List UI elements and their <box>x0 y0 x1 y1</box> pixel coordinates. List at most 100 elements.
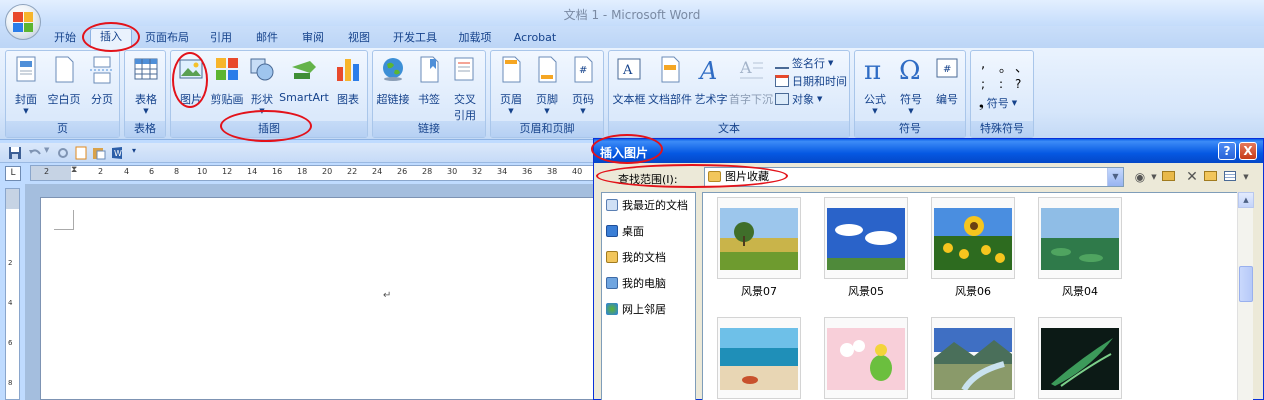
ruler-mark: 4 <box>124 167 130 176</box>
document-page[interactable]: ↵ <box>40 197 595 400</box>
dialog-title-bar[interactable]: 插入图片 ? X <box>594 139 1263 163</box>
file-thumbnail[interactable] <box>824 317 908 399</box>
equation-button[interactable]: π 公式 ▼ <box>857 55 893 115</box>
help-button[interactable]: ? <box>1218 142 1236 160</box>
image-leaf-icon <box>1041 328 1119 390</box>
delete-icon[interactable]: ✕ <box>1184 169 1200 185</box>
cross-reference-button[interactable]: 交叉 引用 <box>447 55 483 123</box>
tab-view[interactable]: 视图 <box>342 30 376 48</box>
file-thumbnail[interactable] <box>824 197 908 279</box>
textbox-button[interactable]: A 文本框 <box>611 55 647 107</box>
numbering-button[interactable]: # 编号 <box>929 55 965 107</box>
special-symbol-question[interactable]: ? <box>1015 77 1021 91</box>
undo-dropdown-icon[interactable]: ▼ <box>44 146 49 154</box>
tab-review[interactable]: 审阅 <box>296 30 330 48</box>
dialog-title: 插入图片 <box>600 146 649 160</box>
special-symbol-enum-comma[interactable]: 、 <box>1015 57 1028 76</box>
bookmark-button[interactable]: 书签 <box>413 55 445 107</box>
scrollbar-thumb[interactable] <box>1239 266 1253 302</box>
vruler-mark: 6 <box>8 339 13 347</box>
blank-page-button[interactable]: 空白页 <box>46 55 82 107</box>
symbol-button[interactable]: Ω 符号 ▼ <box>893 55 929 115</box>
customize-toolbar-icon[interactable]: ▾ <box>132 146 136 155</box>
views-icon[interactable] <box>1222 169 1238 185</box>
vertical-ruler[interactable]: 2 4 6 8 <box>5 188 20 400</box>
chart-button[interactable]: 图表 <box>331 55 365 107</box>
footer-button[interactable]: 页脚 ▼ <box>529 55 565 115</box>
scroll-up-icon[interactable]: ▲ <box>1238 192 1254 208</box>
numbering-icon: # <box>936 58 958 78</box>
page-number-button[interactable]: # 页码 ▼ <box>565 55 601 115</box>
file-thumbnail[interactable] <box>1038 317 1122 399</box>
special-symbol-period[interactable]: 。 <box>999 57 1012 76</box>
file-list-scrollbar[interactable]: ▲ <box>1237 192 1254 400</box>
file-thumbnail[interactable] <box>717 197 801 279</box>
textbox-label: 文本框 <box>612 93 646 106</box>
look-in-dropdown[interactable]: 图片收藏 ▼ <box>704 167 1124 187</box>
tab-page-layout[interactable]: 页面布局 <box>140 30 194 48</box>
new-folder-icon[interactable] <box>1202 169 1218 185</box>
object-button[interactable]: 对象 ▼ <box>775 91 822 107</box>
clipart-label: 剪贴画 <box>210 93 244 106</box>
tab-home[interactable]: 开始 <box>48 30 82 48</box>
place-network[interactable]: 网上邻居 <box>606 301 666 317</box>
ruler-mark: 20 <box>322 167 333 176</box>
cross-reference-label-1: 交叉 <box>454 93 476 106</box>
date-time-button[interactable]: 日期和时间 <box>775 73 847 89</box>
hyperlink-button[interactable]: 超链接 <box>375 55 411 107</box>
table-button[interactable]: 表格 ▼ <box>129 55 163 115</box>
tab-addins[interactable]: 加载项 <box>454 30 496 48</box>
file-thumbnail[interactable] <box>931 317 1015 399</box>
new-document-icon[interactable] <box>74 146 88 160</box>
file-thumbnail[interactable] <box>1038 197 1122 279</box>
views-dropdown-icon[interactable]: ▼ <box>1238 169 1254 185</box>
horizontal-ruler[interactable]: 2 2 4 6 8 10 12 14 16 18 20 22 24 26 28 … <box>30 165 595 181</box>
close-button[interactable]: X <box>1239 142 1257 160</box>
tab-insert[interactable]: 插入 <box>90 28 132 48</box>
repeat-icon[interactable] <box>56 146 70 160</box>
up-folder-icon[interactable] <box>1160 169 1176 185</box>
signature-line-button[interactable]: 签名行 ▼ <box>775 55 833 71</box>
save-icon[interactable] <box>8 146 22 160</box>
tab-acrobat[interactable]: Acrobat <box>508 30 562 48</box>
word-app-icon[interactable]: W <box>110 146 124 160</box>
clipart-button[interactable]: 剪贴画 <box>209 55 245 107</box>
more-symbols-button[interactable]: ❟ 符号 ▼ <box>979 95 1017 111</box>
group-symbols: π 公式 ▼ Ω 符号 ▼ # 编号 符号 <box>854 50 966 138</box>
quick-parts-button[interactable]: 文档部件 <box>647 55 693 107</box>
file-thumbnail[interactable] <box>931 197 1015 279</box>
file-name: 风景05 <box>848 285 884 298</box>
drop-cap-button[interactable]: A 首字下沉 <box>729 55 773 107</box>
picture-icon <box>179 59 203 79</box>
vruler-mark: 2 <box>8 259 13 267</box>
tab-developer[interactable]: 开发工具 <box>388 30 442 48</box>
wordart-button[interactable]: A 艺术字 <box>693 55 729 107</box>
calendar-icon <box>775 75 789 87</box>
group-text-label: 文本 <box>609 121 849 137</box>
svg-text:W: W <box>114 149 122 158</box>
place-recent[interactable]: 我最近的文档 <box>606 197 688 213</box>
tab-references[interactable]: 引用 <box>204 30 238 48</box>
special-symbol-comma[interactable]: , <box>981 57 985 72</box>
file-thumbnail[interactable] <box>717 317 801 399</box>
tab-mailings[interactable]: 邮件 <box>250 30 284 48</box>
smartart-button[interactable]: SmartArt <box>279 55 329 104</box>
group-text: A 文本框 文档部件 A 艺术字 A 首字下沉 签名行 ▼ 日期和时间 对象 ▼ <box>608 50 850 138</box>
tab-selector[interactable]: L <box>5 166 21 181</box>
cover-page-button[interactable]: 封面 ▼ <box>10 55 42 115</box>
shapes-button[interactable]: 形状 ▼ <box>247 55 277 115</box>
special-symbol-colon[interactable]: : <box>999 77 1003 91</box>
chevron-down-icon[interactable]: ▼ <box>1107 168 1123 186</box>
place-my-computer[interactable]: 我的电脑 <box>606 275 666 291</box>
page-break-button[interactable]: 分页 <box>86 55 118 107</box>
look-in-label: 查找范围(I): <box>618 173 678 186</box>
header-button[interactable]: 页眉 ▼ <box>493 55 529 115</box>
place-desktop[interactable]: 桌面 <box>606 223 644 239</box>
place-my-documents[interactable]: 我的文档 <box>606 249 666 265</box>
undo-icon[interactable] <box>28 146 42 160</box>
picture-button[interactable]: 图片 <box>175 55 207 107</box>
office-button[interactable] <box>5 4 41 40</box>
indent-marker-icon[interactable]: ⧗ <box>71 165 77 175</box>
paste-icon[interactable] <box>92 146 106 160</box>
special-symbol-semicolon[interactable]: ; <box>981 77 985 91</box>
